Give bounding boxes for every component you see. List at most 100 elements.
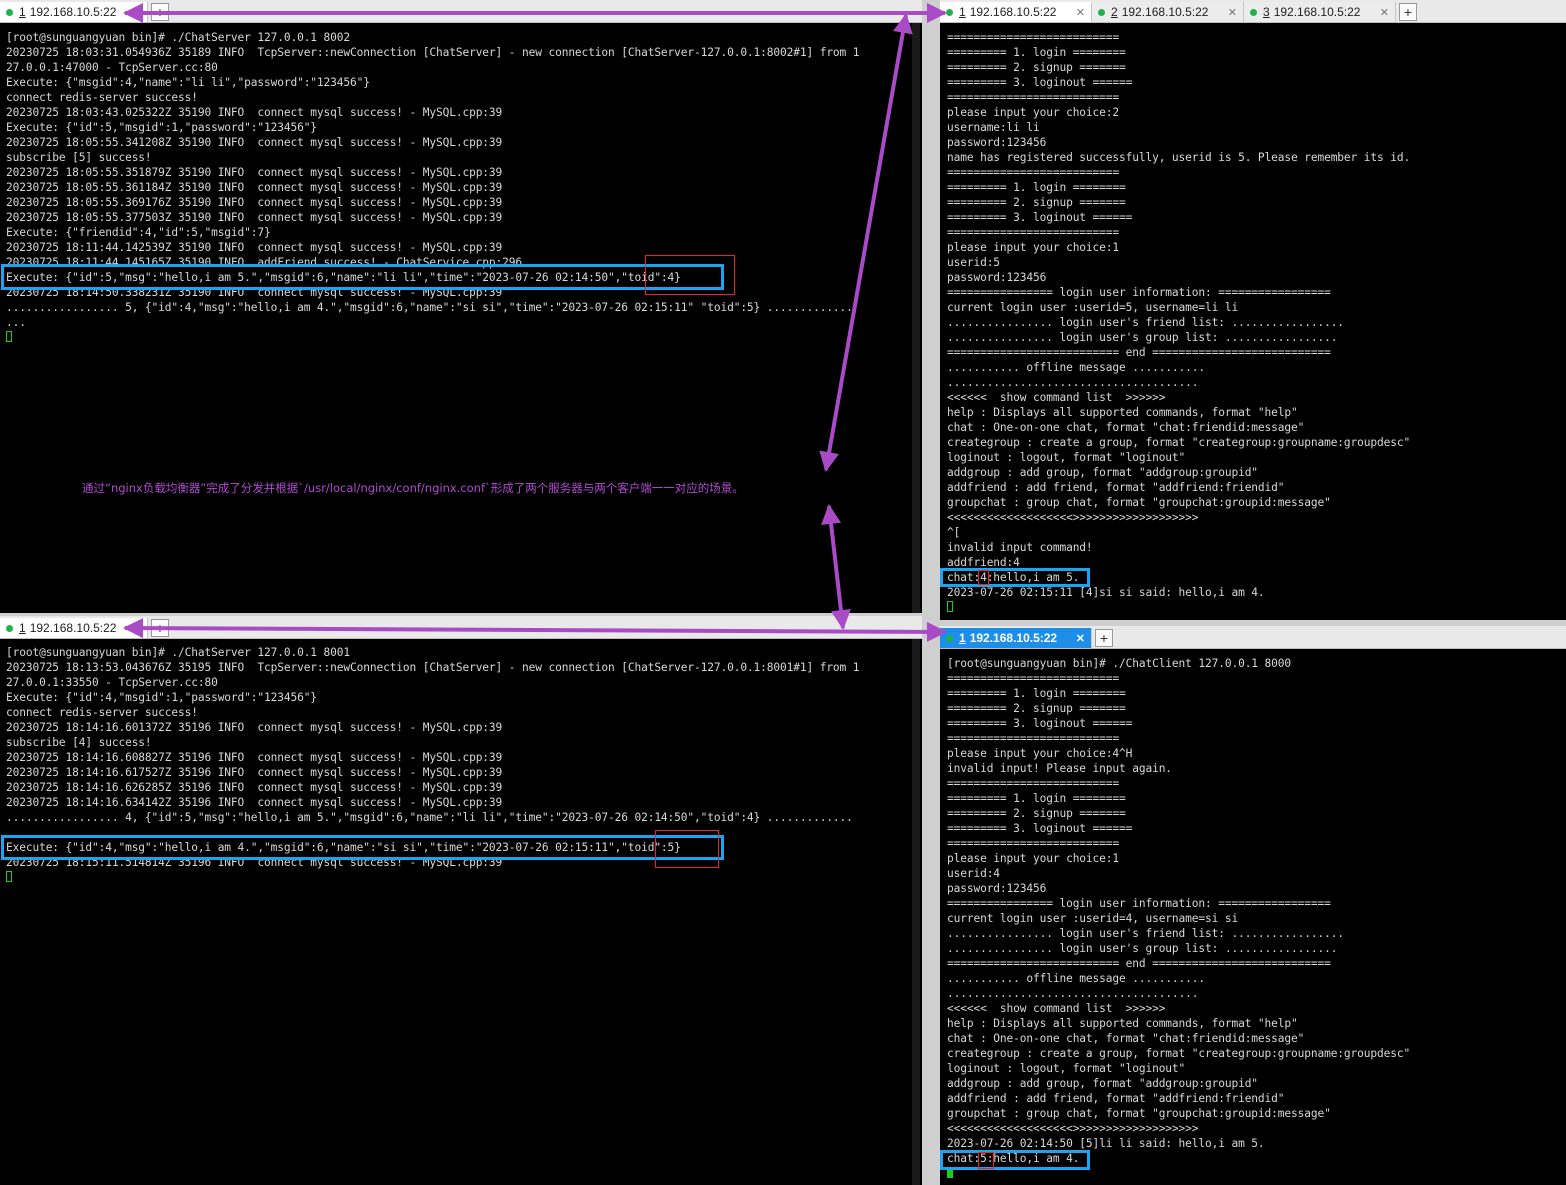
tabbar-bottom-left: 1 192.168.10.5:22 +	[0, 616, 922, 639]
terminal-line: current login user :userid=5, username=l…	[947, 301, 1239, 314]
terminal-line: Execute: {"id":4,"msg":"hello,i am 4.","…	[6, 841, 681, 854]
connected-status-icon	[6, 8, 13, 16]
tab-session-1[interactable]: 1 192.168.10.5:22	[0, 2, 148, 22]
terminal-line: 20230725 18:11:44.142539Z 35190 INFO con…	[6, 241, 503, 254]
terminal-top-left[interactable]: [root@sunguangyuan bin]# ./ChatServer 12…	[0, 23, 922, 613]
terminal-line: 20230725 18:03:43.025322Z 35190 INFO con…	[6, 106, 503, 119]
add-tab-button[interactable]: +	[151, 619, 169, 637]
terminal-line: chat:5:hello,i am 4.	[947, 1152, 1080, 1165]
terminal-line: please input your choice:4^H	[947, 747, 1133, 760]
terminal-line: Execute: {"friendid":4,"id":5,"msgid":7}	[6, 226, 271, 239]
terminal-line: 20230725 18:14:16.634142Z 35196 INFO con…	[6, 796, 503, 809]
terminal-line: ==========================	[947, 732, 1120, 745]
text-cursor	[947, 601, 953, 612]
terminal-line: 2023-07-26 02:15:11 [4]si si said: hello…	[947, 586, 1265, 599]
terminal-line: ................ login user's group list…	[947, 331, 1338, 344]
connected-status-icon	[1250, 8, 1257, 16]
terminal-line: userid:5	[947, 256, 1000, 269]
terminal-line: 20230725 18:14:16.617527Z 35196 INFO con…	[6, 766, 503, 779]
terminal-line: Execute: {"msgid":4,"name":"li li","pass…	[6, 76, 370, 89]
terminal-line: password:123456	[947, 136, 1047, 149]
terminal-line: password:123456	[947, 882, 1047, 895]
terminal-line: ========= 1. login ========	[947, 687, 1126, 700]
terminal-line: Execute: {"id":5,"msg":"hello,i am 5.","…	[6, 271, 681, 284]
terminal-line: invalid input command!	[947, 541, 1093, 554]
terminal-line: 20230725 18:05:55.351879Z 35190 INFO con…	[6, 166, 503, 179]
terminal-line: ................. 4, {"id":5,"msg":"hell…	[6, 811, 853, 824]
tab-host: 192.168.10.5:22	[29, 621, 117, 635]
terminal-line: 20230725 18:14:50.338231Z 35190 INFO con…	[6, 286, 503, 299]
tab-number: 1	[19, 5, 26, 19]
connected-status-icon	[946, 634, 953, 642]
terminal-line: ========================== end =========…	[947, 346, 1331, 359]
terminal-line: ......................................	[947, 987, 1199, 1000]
terminal-output: [root@sunguangyuan bin]# ./ChatServer 12…	[6, 645, 860, 885]
terminal-line: current login user :userid=4, username=s…	[947, 912, 1239, 925]
tabbar-bottom-right: 1 192.168.10.5:22 ✕ +	[940, 626, 1566, 649]
terminal-line: subscribe [5] success!	[6, 151, 152, 164]
terminal-line: addfriend:4	[947, 556, 1020, 569]
terminal-line: please input your choice:1	[947, 852, 1120, 865]
tab-number: 1	[959, 631, 966, 645]
annotation-note: 通过“nginx负载均衡器”完成了分发并根据`/usr/local/nginx/…	[82, 481, 744, 495]
terminal-line: name has registered successfully, userid…	[947, 151, 1411, 164]
add-tab-button[interactable]: +	[1095, 629, 1113, 647]
close-tab-icon[interactable]: ✕	[1066, 6, 1085, 19]
terminal-line: 20230725 18:14:16.608827Z 35196 INFO con…	[6, 751, 503, 764]
terminal-bottom-left[interactable]: [root@sunguangyuan bin]# ./ChatServer 12…	[0, 639, 922, 1185]
terminal-line: ========= 2. signup =======	[947, 61, 1126, 74]
close-tab-icon[interactable]: ✕	[1218, 6, 1237, 19]
scrollbar[interactable]	[912, 23, 920, 613]
terminal-line: please input your choice:1	[947, 241, 1120, 254]
connected-status-icon	[946, 8, 953, 16]
terminal-line: addgroup : add group, format "addgroup:g…	[947, 466, 1258, 479]
tab-session-1[interactable]: 1 192.168.10.5:22 ✕	[940, 2, 1092, 22]
terminal-line: ==========================	[947, 777, 1120, 790]
tab-session-2[interactable]: 2 192.168.10.5:22 ✕	[1092, 2, 1244, 22]
terminal-line: 20230725 18:05:55.377503Z 35190 INFO con…	[6, 211, 503, 224]
terminal-line: ==========================	[947, 31, 1120, 44]
terminal-line: ==========================	[947, 166, 1120, 179]
add-tab-button[interactable]: +	[151, 3, 169, 21]
terminal-line: chat:4:hello,i am 5.	[947, 571, 1080, 584]
terminal-output: [root@sunguangyuan bin]# ./ChatServer 12…	[6, 30, 860, 345]
terminal-line: please input your choice:2	[947, 106, 1120, 119]
terminal-line: ................ login user's friend lis…	[947, 927, 1344, 940]
tab-host: 192.168.10.5:22	[29, 5, 117, 19]
close-tab-icon[interactable]: ✕	[1066, 632, 1085, 645]
close-tab-icon[interactable]: ✕	[1370, 6, 1389, 19]
tab-host: 192.168.10.5:22	[969, 5, 1057, 19]
tab-number: 1	[959, 5, 966, 19]
terminal-line: addfriend : add friend, format "addfrien…	[947, 1092, 1285, 1105]
terminal-line: ========= 2. signup =======	[947, 196, 1126, 209]
terminal-line: password:123456	[947, 271, 1047, 284]
tab-session-3[interactable]: 3 192.168.10.5:22 ✕	[1244, 2, 1396, 22]
terminal-line: 20230725 18:14:16.601372Z 35196 INFO con…	[6, 721, 503, 734]
terminal-line: creategroup : create a group, format "cr…	[947, 1047, 1411, 1060]
terminal-line: 20230725 18:03:31.054936Z 35189 INFO Tcp…	[6, 46, 860, 59]
tab-session-1[interactable]: 1 192.168.10.5:22 ✕	[940, 628, 1092, 648]
tabbar-top-right: 1 192.168.10.5:22 ✕ 2 192.168.10.5:22 ✕ …	[940, 0, 1566, 23]
terminal-line: userid:4	[947, 867, 1000, 880]
scrollbar[interactable]	[912, 639, 920, 1185]
terminal-line: chat : One-on-one chat, format "chat:fri…	[947, 421, 1305, 434]
terminal-line: ......................................	[947, 376, 1199, 389]
terminal-line: 20230725 18:11:44.145165Z 35190 INFO add…	[6, 256, 523, 269]
terminal-line: 27.0.0.1:33550 - TcpServer.cc:80	[6, 676, 218, 689]
terminal-line: invalid input! Please input again.	[947, 762, 1172, 775]
terminal-line: ========= 3. loginout ======	[947, 822, 1133, 835]
terminal-line: ================ login user information:…	[947, 897, 1331, 910]
terminal-line: ==========================	[947, 226, 1120, 239]
tab-number: 2	[1111, 5, 1118, 19]
tab-host: 192.168.10.5:22	[1273, 5, 1361, 19]
terminal-line: ========= 1. login ========	[947, 46, 1126, 59]
terminal-line: creategroup : create a group, format "cr…	[947, 436, 1411, 449]
terminal-line: 20230725 18:15:11.514814Z 35196 INFO con…	[6, 856, 503, 869]
tab-number: 3	[1263, 5, 1270, 19]
terminal-line: 20230725 18:14:16.626285Z 35196 INFO con…	[6, 781, 503, 794]
terminal-bottom-right[interactable]: [root@sunguangyuan bin]# ./ChatClient 12…	[940, 649, 1566, 1185]
terminal-line: <<<<<<<<<<<<<<<<<<<>>>>>>>>>>>>>>>>>>>	[947, 511, 1199, 524]
add-tab-button[interactable]: +	[1399, 3, 1417, 21]
terminal-top-right[interactable]: ========================== ========= 1. …	[940, 23, 1566, 620]
tab-session-1[interactable]: 1 192.168.10.5:22	[0, 618, 148, 638]
